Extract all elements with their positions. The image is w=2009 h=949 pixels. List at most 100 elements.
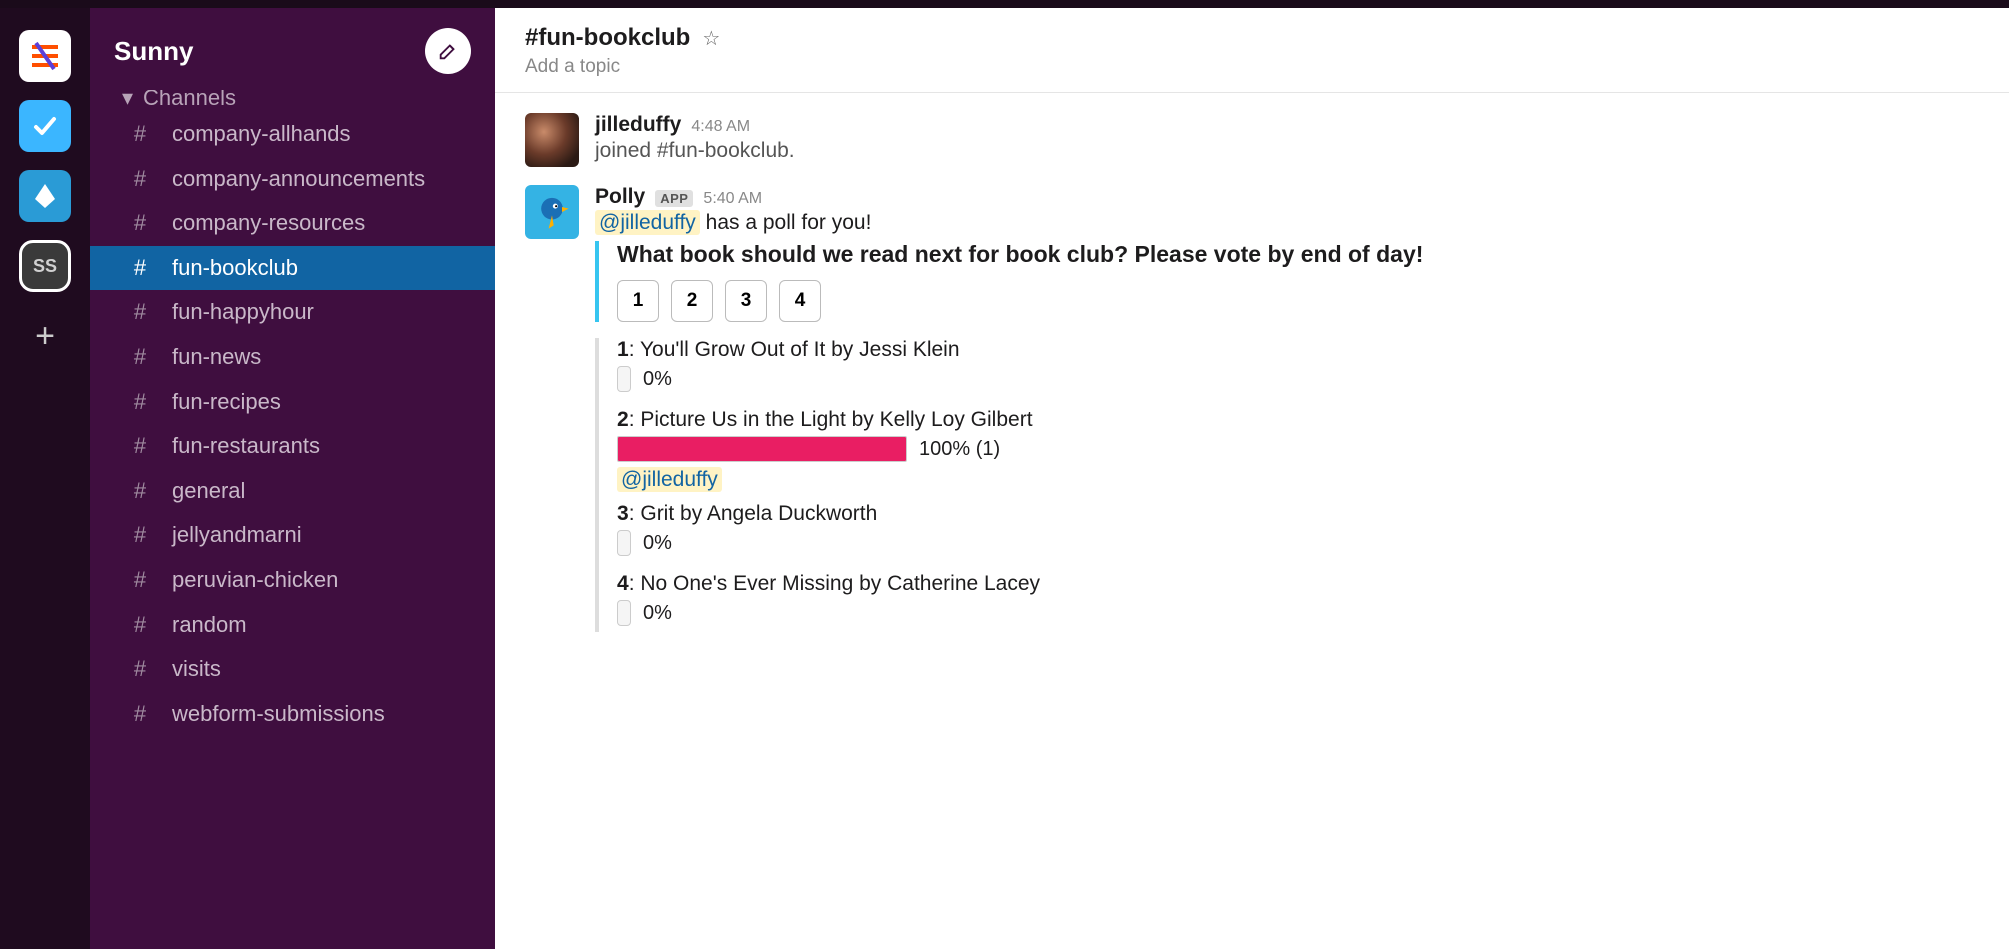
compose-button[interactable] bbox=[425, 28, 471, 74]
poll-option-number: 1 bbox=[617, 338, 629, 361]
channel-item-company-announcements[interactable]: # company-announcements bbox=[90, 157, 495, 202]
star-icon[interactable]: ☆ bbox=[702, 26, 720, 51]
avatar[interactable] bbox=[525, 185, 579, 239]
poll-option: 2: Picture Us in the Light by Kelly Loy … bbox=[617, 408, 1979, 492]
workspace-name[interactable]: Sunny bbox=[114, 36, 193, 67]
poll-bar-row: 0% bbox=[617, 600, 1979, 626]
hash-icon: # bbox=[132, 566, 148, 595]
zapier-icon bbox=[28, 39, 62, 73]
poll-question: What book should we read next for book c… bbox=[617, 241, 1979, 268]
hash-icon: # bbox=[132, 343, 148, 372]
hash-icon: # bbox=[132, 254, 148, 283]
channel-name: fun-bookclub bbox=[172, 254, 298, 283]
poll-option-label: 3: Grit by Angela Duckworth bbox=[617, 502, 1979, 526]
poll-percent: 0% bbox=[643, 602, 672, 625]
poll-option-label: 1: You'll Grow Out of It by Jessi Klein bbox=[617, 338, 1979, 362]
poll-percent: 0% bbox=[643, 368, 672, 391]
poll-vote-buttons: 1234 bbox=[617, 280, 1979, 322]
channel-name: peruvian-chicken bbox=[172, 566, 338, 595]
channel-item-fun-recipes[interactable]: # fun-recipes bbox=[90, 380, 495, 425]
channel-item-fun-bookclub[interactable]: # fun-bookclub bbox=[90, 246, 495, 291]
vote-button-4[interactable]: 4 bbox=[779, 280, 821, 322]
message-author[interactable]: Polly bbox=[595, 185, 645, 209]
channel-name: company-announcements bbox=[172, 165, 425, 194]
app-badge: APP bbox=[655, 190, 693, 207]
channel-name: fun-recipes bbox=[172, 388, 281, 417]
channel-name: fun-happyhour bbox=[172, 298, 314, 327]
hash-icon: # bbox=[132, 165, 148, 194]
poll-option: 3: Grit by Angela Duckworth 0% bbox=[617, 502, 1979, 562]
message-time: 4:48 AM bbox=[691, 118, 750, 136]
check-icon bbox=[30, 111, 60, 141]
channel-item-company-allhands[interactable]: #company-allhands bbox=[90, 112, 495, 157]
app-zapier[interactable] bbox=[19, 30, 71, 82]
mention[interactable]: @jilleduffy bbox=[595, 210, 700, 235]
sidebar-header: Sunny bbox=[90, 8, 495, 102]
poll-bar-row: 0% bbox=[617, 530, 1979, 556]
poll-bar-empty bbox=[617, 530, 631, 556]
channel-item-peruvian-chicken[interactable]: # peruvian-chicken bbox=[90, 558, 495, 603]
channel-item-general[interactable]: #general bbox=[90, 469, 495, 514]
compose-icon bbox=[437, 40, 459, 62]
hash-icon: # bbox=[132, 432, 148, 461]
pen-icon bbox=[30, 181, 60, 211]
channel-item-fun-restaurants[interactable]: # fun-restaurants bbox=[90, 424, 495, 469]
channel-title[interactable]: #fun-bookclub bbox=[525, 24, 690, 52]
polly-icon bbox=[532, 192, 572, 232]
channel-item-fun-news[interactable]: # fun-news bbox=[90, 335, 495, 380]
hash-icon: # bbox=[132, 120, 148, 149]
mention[interactable]: @jilleduffy bbox=[617, 467, 722, 492]
app-check[interactable] bbox=[19, 100, 71, 152]
poll-option-label: 2: Picture Us in the Light by Kelly Loy … bbox=[617, 408, 1979, 432]
poll-voters: @jilleduffy bbox=[617, 468, 1979, 492]
message-text: @jilleduffy has a poll for you! bbox=[595, 211, 1979, 235]
vote-button-3[interactable]: 3 bbox=[725, 280, 767, 322]
poll-option-text: : You'll Grow Out of It by Jessi Klein bbox=[629, 338, 960, 361]
poll-option-text: : Grit by Angela Duckworth bbox=[629, 502, 878, 525]
channel-item-company-resources[interactable]: # company-resources bbox=[90, 201, 495, 246]
sidebar: Sunny ▾ Channels #company-allhands#compa… bbox=[90, 0, 495, 949]
message-join: jilleduffy 4:48 AM joined #fun-bookclub. bbox=[525, 113, 1979, 167]
poll-bar-row: 0% bbox=[617, 366, 1979, 392]
vote-button-2[interactable]: 2 bbox=[671, 280, 713, 322]
channel-name: random bbox=[172, 611, 247, 640]
message-time: 5:40 AM bbox=[703, 190, 762, 208]
caret-down-icon: ▾ bbox=[122, 90, 133, 111]
avatar[interactable] bbox=[525, 113, 579, 167]
poll-bar bbox=[617, 436, 907, 462]
channel-name: visits bbox=[172, 655, 221, 684]
hash-icon: # bbox=[132, 388, 148, 417]
title-bar bbox=[0, 0, 2009, 8]
channel-topic[interactable]: Add a topic bbox=[525, 56, 1979, 78]
channel-item-fun-happyhour[interactable]: #fun-happyhour bbox=[90, 290, 495, 335]
poll-percent: 100% (1) bbox=[919, 438, 1000, 461]
poll-block: What book should we read next for book c… bbox=[595, 241, 1979, 322]
poll-results: 1: You'll Grow Out of It by Jessi Klein 0… bbox=[595, 338, 1979, 632]
poll-option-text: : Picture Us in the Light by Kelly Loy G… bbox=[629, 408, 1033, 431]
channel-name: fun-restaurants bbox=[172, 432, 320, 461]
app-pen[interactable] bbox=[19, 170, 71, 222]
add-workspace[interactable]: + bbox=[19, 310, 71, 362]
message-lead-text: has a poll for you! bbox=[700, 211, 872, 234]
channel-name: company-resources bbox=[172, 209, 365, 238]
channel-item-jellyandmarni[interactable]: # jellyandmarni bbox=[90, 513, 495, 558]
workspace-ss[interactable]: SS bbox=[19, 240, 71, 292]
channel-item-random[interactable]: #random bbox=[90, 603, 495, 648]
channel-item-visits[interactable]: #visits bbox=[90, 647, 495, 692]
channel-name: fun-news bbox=[172, 343, 261, 372]
poll-option-number: 4 bbox=[617, 572, 629, 595]
poll-option: 1: You'll Grow Out of It by Jessi Klein 0… bbox=[617, 338, 1979, 398]
channel-name: jellyandmarni bbox=[172, 521, 302, 550]
message-author[interactable]: jilleduffy bbox=[595, 113, 681, 137]
poll-bar-row: 100% (1) bbox=[617, 436, 1979, 462]
hash-icon: # bbox=[132, 521, 148, 550]
vote-button-1[interactable]: 1 bbox=[617, 280, 659, 322]
channel-item-webform-submissions[interactable]: #webform-submissions bbox=[90, 692, 495, 737]
poll-bar-fill bbox=[618, 437, 906, 461]
channels-section-header[interactable]: ▾ Channels bbox=[90, 90, 495, 112]
hash-icon: # bbox=[132, 209, 148, 238]
poll-percent: 0% bbox=[643, 532, 672, 555]
channel-name: webform-submissions bbox=[172, 700, 385, 729]
message-list: jilleduffy 4:48 AM joined #fun-bookclub. bbox=[495, 93, 2009, 949]
poll-bar-empty bbox=[617, 600, 631, 626]
